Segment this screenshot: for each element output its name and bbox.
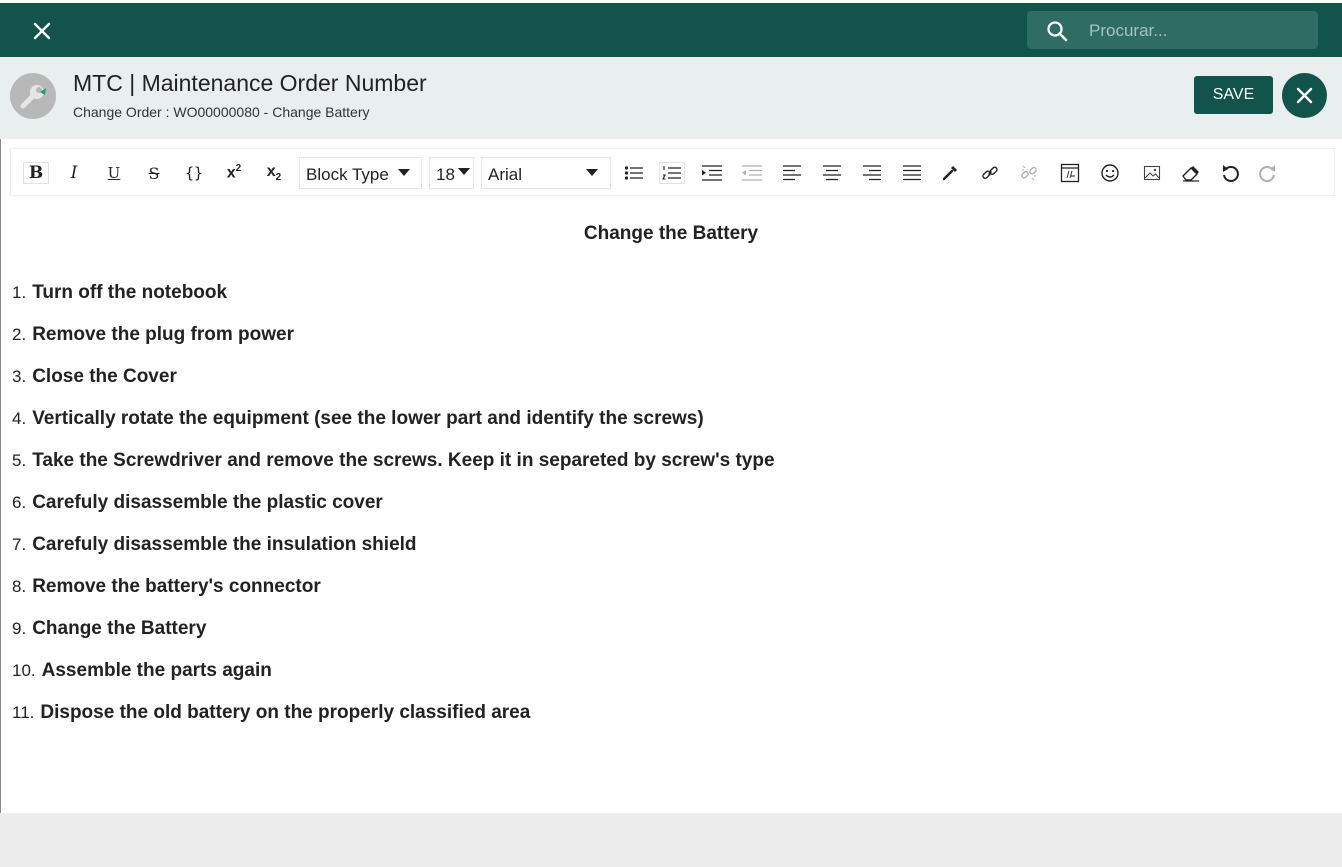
ordered-list-icon[interactable] (659, 162, 685, 184)
indent-icon[interactable] (699, 162, 725, 184)
search-icon (1046, 20, 1068, 42)
list-item-number: 6. (12, 493, 27, 512)
list-item: 10. Assemble the parts again (12, 660, 272, 682)
list-item: 8. Remove the battery's connector (12, 576, 321, 598)
list-item-text: Carefuly disassemble the plastic cover (32, 492, 383, 513)
close-icon[interactable] (30, 19, 54, 43)
unlink-icon[interactable] (1016, 162, 1042, 184)
list-item-number: 11. (12, 703, 35, 722)
page-header: MTC | Maintenance Order Number Change Or… (0, 57, 1342, 139)
list-item: 11. Dispose the old battery on the proper… (12, 702, 530, 724)
font-size-label: 18 (436, 165, 455, 184)
font-size-dropdown[interactable]: 18 (429, 157, 474, 189)
close-button[interactable] (1282, 73, 1327, 118)
list-item-number: 4. (12, 409, 27, 428)
list-item-text: Change the Battery (32, 618, 207, 639)
list-item-number: 1. (12, 283, 27, 302)
italic-icon[interactable]: I (61, 162, 87, 184)
chevron-down-icon (458, 168, 470, 175)
footer-bar (0, 813, 1342, 867)
top-bar (0, 3, 1342, 57)
list-item: 5. Take the Screwdriver and remove the sc… (12, 450, 775, 472)
list-item: 2. Remove the plug from power (12, 324, 294, 346)
list-item: 1. Turn off the notebook (12, 282, 227, 304)
search-input[interactable] (1087, 15, 1311, 47)
outdent-icon[interactable] (739, 162, 765, 184)
document-title: Change the Battery (583, 223, 759, 244)
list-item-number: 9. (12, 619, 27, 638)
page-subtitle: Change Order : WO00000080 - Change Batte… (73, 104, 370, 120)
align-right-icon[interactable] (859, 162, 885, 184)
list-item-text: Take the Screwdriver and remove the scre… (32, 450, 775, 471)
list-item-number: 2. (12, 325, 27, 344)
font-family-dropdown[interactable]: Arial (481, 157, 611, 189)
unordered-list-icon[interactable] (621, 162, 647, 184)
list-item: 9. Change the Battery (12, 618, 206, 640)
wrench-avatar-icon (10, 73, 56, 119)
page-title: MTC | Maintenance Order Number (73, 70, 427, 96)
list-item-text: Dispose the old battery on the properly … (40, 702, 531, 723)
list-item-number: 10. (12, 661, 36, 680)
align-center-icon[interactable] (819, 162, 845, 184)
list-item-number: 3. (12, 367, 27, 386)
chevron-down-icon (586, 169, 598, 176)
list-item-text: Remove the battery's connector (32, 576, 321, 597)
list-item: 4. Vertically rotate the equipment (see t… (12, 408, 704, 430)
eraser-icon[interactable] (1178, 162, 1204, 184)
undo-icon[interactable] (1217, 162, 1243, 184)
subscript-icon[interactable]: x2 (261, 162, 287, 184)
superscript-icon[interactable]: x2 (221, 162, 247, 184)
list-item-number: 8. (12, 577, 27, 596)
list-item-number: 5. (12, 451, 27, 470)
image-icon[interactable] (1139, 162, 1165, 184)
color-picker-icon[interactable] (937, 162, 963, 184)
block-type-dropdown[interactable]: Block Type (299, 157, 422, 189)
redo-icon[interactable] (1255, 162, 1281, 184)
save-button[interactable]: SAVE (1194, 76, 1273, 114)
list-item-text: Carefuly disassemble the insulation shie… (32, 534, 417, 555)
list-item-text: Assemble the parts again (41, 660, 272, 681)
list-item: 3. Close the Cover (12, 366, 177, 388)
list-item-text: Vertically rotate the equipment (see the… (32, 408, 704, 429)
list-item-number: 7. (12, 535, 27, 554)
block-type-label: Block Type (306, 165, 389, 184)
list-item-text: Turn off the notebook (32, 282, 228, 303)
code-icon[interactable]: {} (181, 162, 207, 184)
editor-toolbar: B I U S {} x2 x2 Block Type 18 Arial (10, 148, 1335, 196)
close-icon (1296, 87, 1313, 104)
list-item-text: Close the Cover (32, 366, 177, 387)
underline-icon[interactable]: U (101, 162, 127, 184)
bold-icon[interactable]: B (23, 162, 49, 184)
align-justify-icon[interactable] (899, 162, 925, 184)
link-icon[interactable] (977, 162, 1003, 184)
list-item: 7. Carefuly disassemble the insulation sh… (12, 534, 417, 556)
strikethrough-icon[interactable]: S (141, 162, 167, 184)
search-box[interactable] (1027, 11, 1318, 49)
list-item: 6. Carefuly disassemble the plastic cover (12, 492, 383, 514)
list-item-text: Remove the plug from power (32, 324, 294, 345)
chevron-down-icon (398, 169, 410, 176)
align-left-icon[interactable] (779, 162, 805, 184)
embed-icon[interactable] (1057, 162, 1083, 184)
font-family-label: Arial (488, 165, 523, 184)
emoji-icon[interactable] (1097, 162, 1123, 184)
